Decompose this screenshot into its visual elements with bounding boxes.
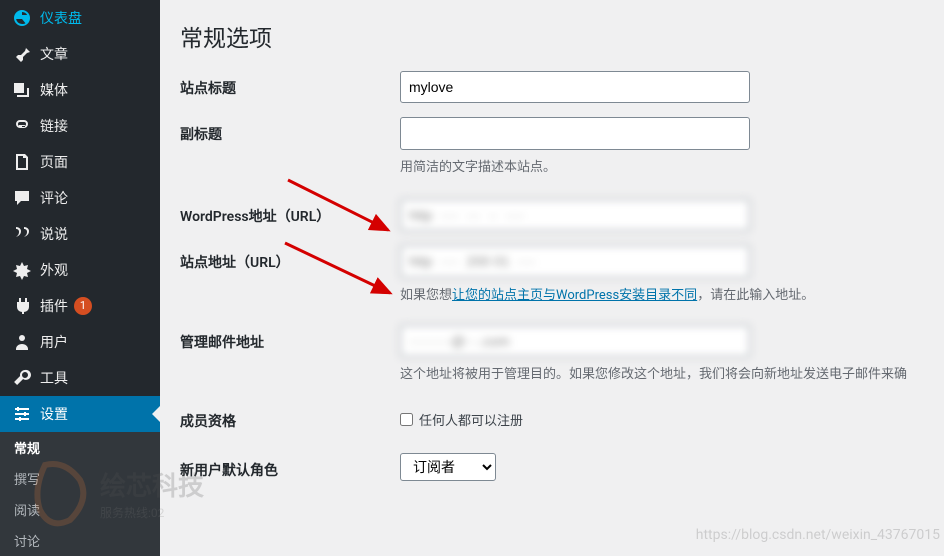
submenu-writing[interactable]: 撰写 <box>0 463 160 494</box>
sidebar-item-label: 用户 <box>40 332 68 352</box>
row-site-url: 站点地址（URL） 如果您想让您的站点主页与WordPress安装目录不同，请在… <box>180 245 924 302</box>
sidebar-item-label: 评论 <box>40 188 68 208</box>
sidebar-item-label: 媒体 <box>40 80 68 100</box>
sidebar-item-users[interactable]: 用户 <box>0 324 160 360</box>
tool-icon <box>12 368 32 388</box>
sidebar-item-media[interactable]: 媒体 <box>0 72 160 108</box>
input-site-url[interactable] <box>400 245 750 277</box>
label-site-title: 站点标题 <box>180 71 400 98</box>
label-tagline: 副标题 <box>180 117 400 144</box>
sidebar-item-label: 仪表盘 <box>40 8 82 28</box>
desc-admin-email: 这个地址将被用于管理目的。如果您修改这个地址，我们将会向新地址发送电子邮件来确 <box>400 363 924 382</box>
submenu-discussion[interactable]: 讨论 <box>0 525 160 556</box>
row-wp-url: WordPress地址（URL） <box>180 199 924 231</box>
sidebar-item-label: 文章 <box>40 44 68 64</box>
media-icon <box>12 80 32 100</box>
settings-submenu: 常规 撰写 阅读 讨论 <box>0 432 160 556</box>
select-default-role[interactable]: 订阅者 <box>400 453 496 481</box>
row-tagline: 副标题 用简洁的文字描述本站点。 <box>180 117 924 174</box>
user-icon <box>12 332 32 352</box>
label-site-url: 站点地址（URL） <box>180 245 400 272</box>
sidebar-item-label: 外观 <box>40 260 68 280</box>
label-membership: 成员资格 <box>180 404 400 431</box>
input-wp-url[interactable] <box>400 199 750 231</box>
appearance-icon <box>12 260 32 280</box>
sidebar-item-label: 设置 <box>40 404 68 424</box>
comment-icon <box>12 188 32 208</box>
row-membership: 成员资格 任何人都可以注册 <box>180 404 924 431</box>
sidebar-item-posts[interactable]: 文章 <box>0 36 160 72</box>
label-default-role: 新用户默认角色 <box>180 453 400 480</box>
sidebar-item-label: 说说 <box>40 224 68 244</box>
desc-tagline: 用简洁的文字描述本站点。 <box>400 156 924 175</box>
settings-icon <box>12 404 32 424</box>
page-icon <box>12 152 32 172</box>
sidebar-item-appearance[interactable]: 外观 <box>0 252 160 288</box>
sidebar-item-dashboard[interactable]: 仪表盘 <box>0 0 160 36</box>
plugin-icon <box>12 296 32 316</box>
page-title: 常规选项 <box>180 10 924 71</box>
admin-sidebar: 仪表盘 文章 媒体 链接 页面 评论 说说 外观 插件 1 用户 工具 <box>0 0 160 549</box>
sidebar-item-plugins[interactable]: 插件 1 <box>0 288 160 324</box>
sidebar-item-links[interactable]: 链接 <box>0 108 160 144</box>
checkbox-membership[interactable] <box>400 413 413 426</box>
sidebar-item-label: 链接 <box>40 116 68 136</box>
sidebar-item-tools[interactable]: 工具 <box>0 360 160 396</box>
dashboard-icon <box>12 8 32 28</box>
checkbox-label-membership: 任何人都可以注册 <box>419 410 523 429</box>
pin-icon <box>12 44 32 64</box>
content-area: 常规选项 站点标题 副标题 用简洁的文字描述本站点。 WordPress地址（U… <box>160 0 944 549</box>
sidebar-item-comments[interactable]: 评论 <box>0 180 160 216</box>
sidebar-item-label: 页面 <box>40 152 68 172</box>
label-wp-url: WordPress地址（URL） <box>180 199 400 226</box>
sidebar-item-settings[interactable]: 设置 <box>0 396 160 432</box>
quote-icon <box>12 224 32 244</box>
submenu-reading[interactable]: 阅读 <box>0 494 160 525</box>
link-icon <box>12 116 32 136</box>
submenu-general[interactable]: 常规 <box>0 432 160 463</box>
sidebar-item-shuoshuo[interactable]: 说说 <box>0 216 160 252</box>
row-site-title: 站点标题 <box>180 71 924 103</box>
sidebar-item-label: 插件 <box>40 296 68 316</box>
row-admin-email: 管理邮件地址 这个地址将被用于管理目的。如果您修改这个地址，我们将会向新地址发送… <box>180 325 924 382</box>
plugin-update-badge: 1 <box>74 297 92 315</box>
sidebar-item-label: 工具 <box>40 368 68 388</box>
desc-site-url: 如果您想让您的站点主页与WordPress安装目录不同，请在此输入地址。 <box>400 284 924 303</box>
input-admin-email[interactable] <box>400 325 750 357</box>
label-admin-email: 管理邮件地址 <box>180 325 400 352</box>
row-default-role: 新用户默认角色 订阅者 <box>180 453 924 481</box>
link-site-url-help[interactable]: 让您的站点主页与WordPress安装目录不同 <box>452 288 697 303</box>
sidebar-item-pages[interactable]: 页面 <box>0 144 160 180</box>
input-site-title[interactable] <box>400 71 750 103</box>
input-tagline[interactable] <box>400 117 750 149</box>
